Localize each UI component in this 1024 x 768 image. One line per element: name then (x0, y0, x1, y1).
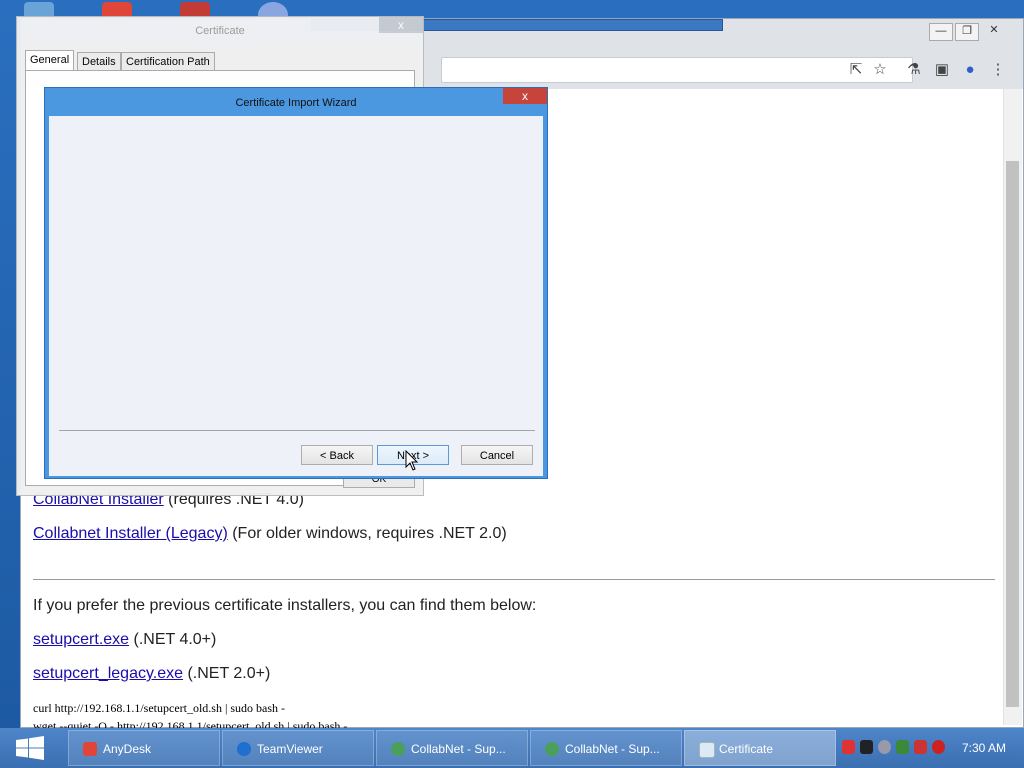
collabnet-legacy-link[interactable]: Collabnet Installer (Legacy) (33, 525, 228, 542)
close-button[interactable]: ✕ (983, 23, 1005, 39)
mouse-cursor-icon (405, 450, 419, 471)
share-icon[interactable]: ⇱ (847, 61, 865, 79)
cancel-button[interactable]: Cancel (461, 445, 533, 465)
taskbar-label: CollabNet - Sup... (411, 742, 506, 756)
anydesk-icon (83, 742, 97, 756)
taskbar-item-teamviewer[interactable]: TeamViewer (222, 730, 374, 766)
restore-button[interactable]: ❐ (955, 23, 979, 41)
wizard-separator (59, 430, 535, 431)
curl-command: curl http://192.168.1.1/setupcert_old.sh… (33, 701, 286, 715)
setupcert-legacy-line: setupcert_legacy.exe (.NET 2.0+) (33, 665, 270, 683)
taskbar-label: AnyDesk (103, 742, 152, 756)
minimize-button[interactable]: — (929, 23, 953, 41)
menu-icon[interactable]: ⋮ (989, 61, 1007, 79)
tab-details[interactable]: Details (77, 52, 121, 72)
certificate-close-button[interactable]: x (379, 17, 423, 33)
teamviewer-icon (237, 742, 251, 756)
setupcert-legacy-note: (.NET 2.0+) (183, 665, 271, 682)
wizard-close-button[interactable]: x (503, 88, 547, 104)
tab-general[interactable]: General (25, 50, 75, 72)
taskbar: AnyDesk TeamViewer CollabNet - Sup... Co… (0, 728, 1024, 768)
tray-icon-3[interactable] (878, 740, 891, 754)
certificate-dialog-title: Certificate (17, 17, 423, 45)
system-tray (838, 728, 958, 768)
import-wizard-dialog: Certificate Import Wizard x < Back Next … (44, 87, 548, 479)
setupcert-link[interactable]: setupcert.exe (33, 631, 129, 648)
vertical-scrollbar[interactable] (1003, 89, 1022, 725)
lab-flask-icon[interactable]: ⚗ (905, 61, 923, 79)
address-bar[interactable] (441, 57, 913, 83)
legacy-note: (For older windows, requires .NET 2.0) (227, 525, 507, 542)
scroll-thumb[interactable] (1006, 161, 1019, 707)
taskbar-item-collabnet-1[interactable]: CollabNet - Sup... (376, 730, 528, 766)
tray-icon-5[interactable] (914, 740, 927, 754)
collabnet-browser-icon (545, 742, 559, 756)
taskbar-label: Certificate (719, 742, 774, 756)
taskbar-label: TeamViewer (257, 742, 323, 756)
tray-icon-1[interactable] (842, 740, 855, 754)
tray-icon-2[interactable] (860, 740, 873, 754)
setupcert-note: (.NET 4.0+) (129, 631, 217, 648)
taskbar-item-anydesk[interactable]: AnyDesk (68, 730, 220, 766)
previous-installers-text: If you prefer the previous certificate i… (33, 597, 537, 614)
side-panel-icon[interactable]: ▣ (933, 61, 951, 79)
certificate-window-icon (699, 742, 715, 758)
divider (33, 579, 995, 580)
setupcert-line: setupcert.exe (.NET 4.0+) (33, 631, 216, 649)
tab-certification-path[interactable]: Certification Path (121, 52, 215, 72)
setupcert-legacy-link[interactable]: setupcert_legacy.exe (33, 665, 183, 682)
taskbar-label: CollabNet - Sup... (565, 742, 660, 756)
taskbar-item-collabnet-2[interactable]: CollabNet - Sup... (530, 730, 682, 766)
wizard-body: < Back Next > Cancel (49, 116, 543, 476)
bookmark-star-icon[interactable]: ☆ (871, 61, 889, 79)
legacy-installer-line: Collabnet Installer (Legacy) (For older … (33, 525, 507, 543)
back-button[interactable]: < Back (301, 445, 373, 465)
profile-icon[interactable]: ● (961, 61, 979, 79)
collabnet-browser-icon (391, 742, 405, 756)
tray-icon-6[interactable] (932, 740, 945, 754)
wizard-title: Certificate Import Wizard (235, 97, 357, 109)
taskbar-item-certificate[interactable]: Certificate (684, 730, 836, 766)
clock[interactable]: 7:30 AM (950, 728, 1018, 768)
tray-icon-4[interactable] (896, 740, 909, 754)
windows-start-icon[interactable] (0, 728, 60, 768)
